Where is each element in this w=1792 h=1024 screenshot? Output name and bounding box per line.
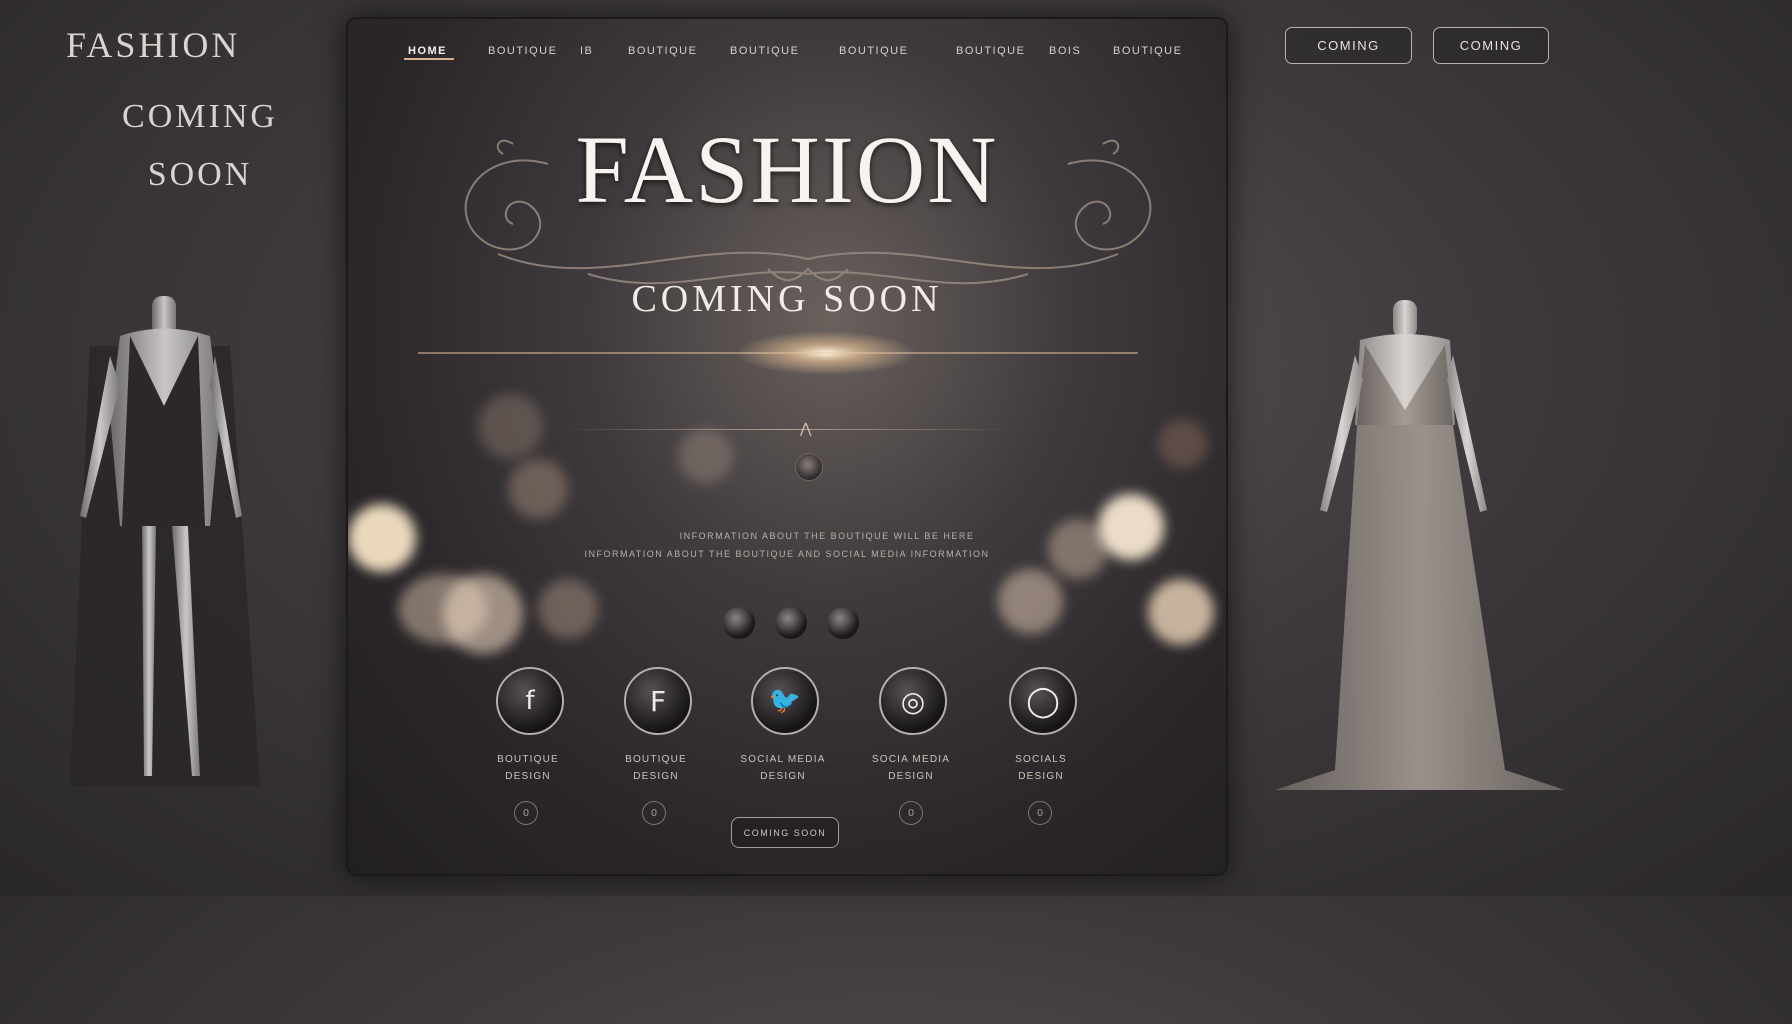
mannequin-left-image — [70, 296, 260, 786]
social-label-3: SOCIAL MEDIA DESIGN — [728, 751, 838, 785]
top-nav: HOME BOUTIQUE IB BOUTIQUE BOUTIQUE BOUTI… — [348, 45, 1226, 75]
coming-soon-button[interactable]: COMING SOON — [731, 817, 839, 848]
small-ring-icon[interactable]: 0 — [1028, 801, 1052, 825]
main-panel: HOME BOUTIQUE IB BOUTIQUE BOUTIQUE BOUTI… — [346, 17, 1228, 876]
instagram-icon[interactable]: ◎ — [879, 667, 947, 735]
social-label-4: SOCIA MEDIA DESIGN — [856, 751, 966, 785]
coming-button-2[interactable]: COMING — [1433, 27, 1549, 64]
center-dot-button[interactable] — [795, 453, 823, 481]
social-label-line: DESIGN — [888, 771, 934, 782]
social-label-line: SOCIAL MEDIA — [740, 754, 826, 765]
bokeh-light — [1148, 579, 1214, 645]
hero-title: FASHION — [575, 116, 999, 223]
small-ring-icon[interactable]: 0 — [514, 801, 538, 825]
nav-item-home[interactable]: HOME — [408, 45, 447, 57]
bokeh-light — [678, 429, 733, 484]
bokeh-light — [508, 459, 568, 519]
social-label-line: DESIGN — [633, 771, 679, 782]
social-label-line: BOUTIQUE — [497, 754, 559, 765]
side-coming-soon: COMING SOON — [100, 88, 300, 204]
pager-dot-2[interactable] — [774, 606, 808, 640]
pager-dot-1[interactable] — [722, 606, 756, 640]
social-label-line: SOCIALS — [1015, 754, 1067, 765]
nav-item-8[interactable]: BOUTIQUE — [1113, 45, 1182, 57]
divider-line — [562, 429, 1012, 430]
divider-ornament-icon: ⋀ — [800, 421, 812, 437]
lens-flare — [418, 331, 1138, 375]
social-label-line: DESIGN — [1018, 771, 1064, 782]
twitter-icon[interactable]: 🐦 — [751, 667, 819, 735]
social-label-2: BOUTIQUE DESIGN — [601, 751, 711, 785]
small-ring-icon[interactable]: 0 — [899, 801, 923, 825]
social-label-line: DESIGN — [505, 771, 551, 782]
bokeh-light — [538, 579, 598, 639]
bokeh-light — [478, 394, 543, 459]
nav-item-4[interactable]: BOUTIQUE — [730, 45, 799, 57]
social-label-line: DESIGN — [760, 771, 806, 782]
circle-icon[interactable]: ◯ — [1009, 667, 1077, 735]
social-label-line: BOUTIQUE — [625, 754, 687, 765]
nav-item-2[interactable]: IB — [580, 45, 593, 57]
bokeh-light — [1158, 419, 1208, 469]
social-label-1: BOUTIQUE DESIGN — [473, 751, 583, 785]
mannequin-right-image — [1275, 300, 1565, 790]
bokeh-light — [998, 569, 1063, 634]
hero-subtitle: COMING SOON — [631, 278, 943, 320]
coming-button-1[interactable]: COMING — [1285, 27, 1412, 64]
social-label-line: SOCIA MEDIA — [871, 754, 951, 765]
nav-item-6[interactable]: BOUTIQUE — [956, 45, 1025, 57]
small-ring-icon[interactable]: 0 — [642, 801, 666, 825]
social-label-5: SOCIALS DESIGN — [986, 751, 1096, 785]
nav-active-underline — [404, 58, 454, 60]
pager-dot-3[interactable] — [826, 606, 860, 640]
nav-item-3[interactable]: BOUTIQUE — [628, 45, 697, 57]
side-coming: COMING — [122, 98, 278, 135]
info-text-line-1: INFORMATION ABOUT THE BOUTIQUE WILL BE H… — [679, 531, 975, 541]
nav-item-7[interactable]: BOIS — [1049, 45, 1081, 57]
facebook-icon[interactable]: f — [496, 667, 564, 735]
info-text-line-2: INFORMATION ABOUT THE BOUTIQUE AND SOCIA… — [584, 549, 990, 559]
side-title: FASHION — [66, 25, 241, 65]
bokeh-light — [443, 574, 523, 654]
nav-item-5[interactable]: BOUTIQUE — [839, 45, 908, 57]
side-soon: SOON — [147, 155, 253, 193]
nav-item-1[interactable]: BOUTIQUE — [488, 45, 557, 57]
facebook-square-icon[interactable]: F — [624, 667, 692, 735]
